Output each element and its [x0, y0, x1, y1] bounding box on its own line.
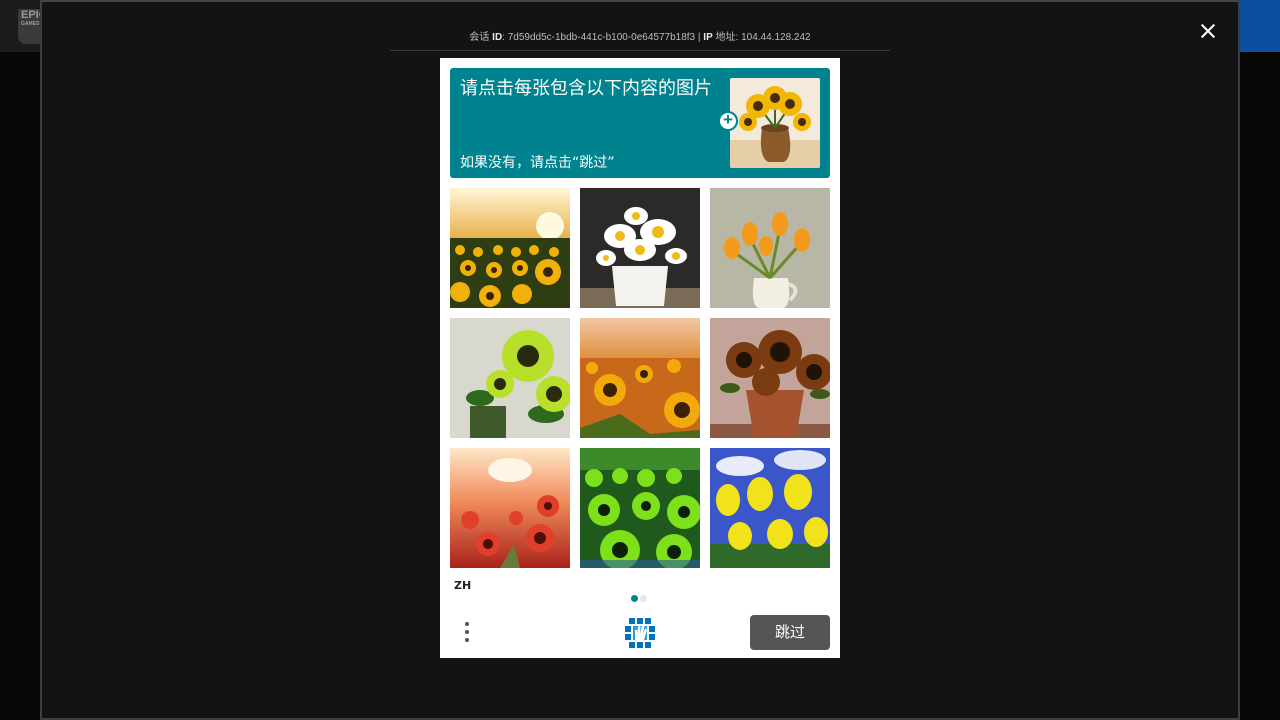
ip-label: IP	[703, 32, 713, 43]
hcaptcha-challenge: 请点击每张包含以下内容的图片 如果没有，请点击“跳过” + ZH 跳过	[440, 58, 840, 658]
prompt-subtitle: 如果没有，请点击“跳过”	[460, 155, 615, 171]
session-info: 会话 ID: 7d59dd5c-1bdb-441c-b100-0e64577b1…	[469, 32, 811, 43]
session-id-label: ID	[492, 32, 503, 43]
image-tile-4[interactable]	[450, 318, 570, 438]
background-blue-button	[1238, 0, 1280, 52]
challenge-prompt: 请点击每张包含以下内容的图片 如果没有，请点击“跳过” +	[450, 68, 830, 178]
page-indicator	[631, 589, 649, 607]
prompt-example-image	[730, 78, 820, 168]
session-id-prefix: 会话	[469, 32, 490, 43]
image-tile-5[interactable]	[580, 318, 700, 438]
image-tile-2[interactable]	[580, 188, 700, 308]
prompt-title: 请点击每张包含以下内容的图片	[460, 78, 712, 99]
ip-value: 104.44.128.242	[741, 32, 811, 43]
image-grid	[450, 188, 830, 568]
image-tile-3[interactable]	[710, 188, 830, 308]
image-tile-1[interactable]	[450, 188, 570, 308]
close-icon[interactable]	[1196, 19, 1220, 43]
image-tile-7[interactable]	[450, 448, 570, 568]
menu-icon[interactable]	[462, 618, 472, 648]
plus-icon: +	[718, 111, 738, 131]
session-separator: |	[697, 32, 701, 43]
hcaptcha-logo-icon[interactable]	[623, 616, 657, 650]
image-tile-9[interactable]	[710, 448, 830, 568]
divider	[390, 50, 890, 51]
ip-label-suffix: 地址	[715, 32, 736, 43]
session-id-value: 7d59dd5c-1bdb-441c-b100-0e64577b18f3	[507, 32, 696, 43]
skip-button[interactable]: 跳过	[750, 615, 830, 650]
page-dot	[640, 595, 647, 602]
captcha-modal: 会话 ID: 7d59dd5c-1bdb-441c-b100-0e64577b1…	[40, 0, 1240, 720]
image-tile-6[interactable]	[710, 318, 830, 438]
language-selector[interactable]: ZH	[454, 579, 471, 592]
page-dot-active	[631, 595, 638, 602]
image-tile-8[interactable]	[580, 448, 700, 568]
